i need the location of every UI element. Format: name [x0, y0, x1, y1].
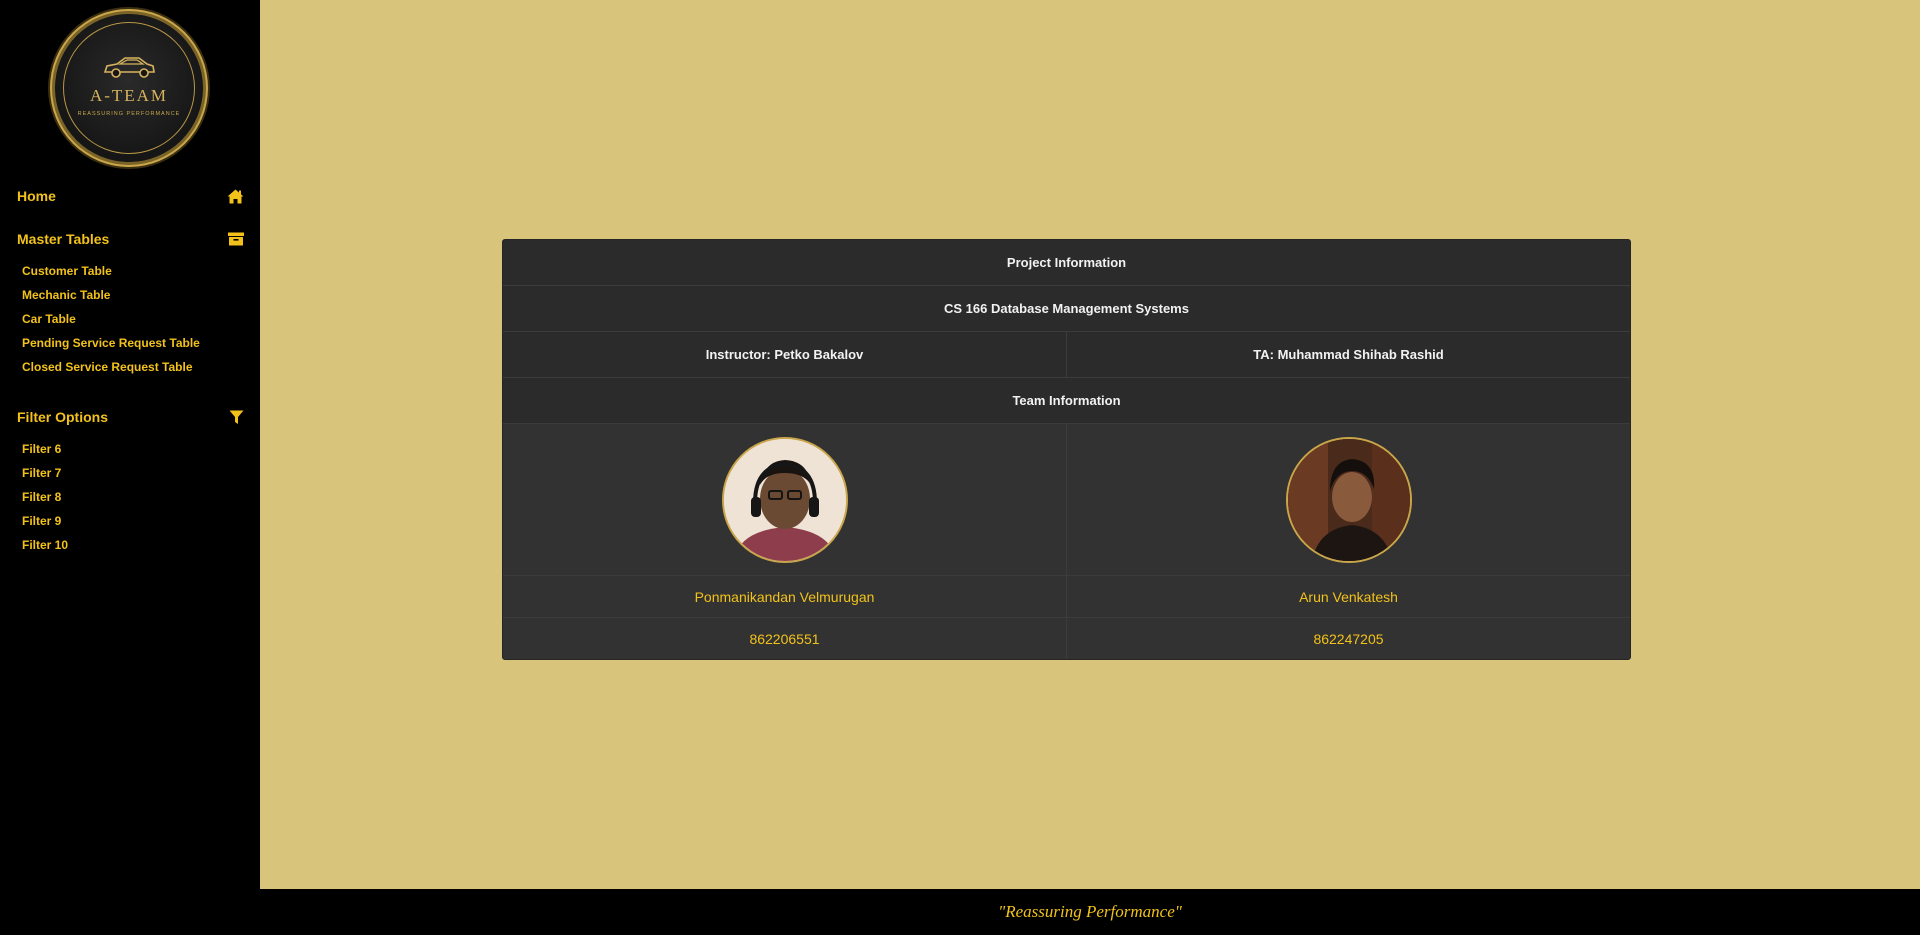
nav-filter-options[interactable]: Filter Options: [17, 409, 244, 425]
logo-tagline-text: REASSURING PERFORMANCE: [77, 111, 181, 117]
nav-customer-table[interactable]: Customer Table: [22, 264, 112, 278]
member-2-avatar: [1285, 436, 1412, 563]
course-title: CS 166 Database Management Systems: [944, 301, 1189, 316]
team-header: Team Information: [1012, 393, 1121, 408]
team-header-row: Team Information: [503, 378, 1630, 424]
nav-filter-options-label: Filter Options: [17, 409, 108, 425]
sidebar: A-TEAM REASSURING PERFORMANCE Home Maste…: [0, 0, 260, 935]
logo-brand-text: A-TEAM: [89, 86, 169, 105]
nav-filter-9[interactable]: Filter 9: [22, 514, 61, 528]
footer-quote: "Reassuring Performance": [998, 902, 1182, 921]
nav-home[interactable]: Home: [17, 188, 244, 204]
nav-car-table[interactable]: Car Table: [22, 312, 76, 326]
member-2-id: 862247205: [1066, 618, 1630, 659]
archive-icon: [228, 232, 244, 246]
member-1-id: 862206551: [749, 631, 820, 647]
member-1-name: Ponmanikandan Velmurugan: [694, 588, 875, 605]
nav-filter-10[interactable]: Filter 10: [22, 538, 68, 552]
nav-closed-service-request-table[interactable]: Closed Service Request Table: [22, 360, 193, 374]
project-header-row: Project Information: [503, 240, 1630, 286]
member-2-avatar-image: [1287, 438, 1410, 561]
member-1-photo-cell: [503, 424, 1066, 575]
ta-label: TA: Muhammad Shihab Rashid: [1066, 332, 1630, 377]
team-photo-row: [503, 424, 1630, 576]
nav-filter-8[interactable]: Filter 8: [22, 490, 61, 504]
filter-icon: [229, 410, 244, 424]
nav-pending-service-request-table[interactable]: Pending Service Request Table: [22, 336, 200, 350]
nav-master-tables[interactable]: Master Tables: [17, 231, 244, 247]
nav-master-tables-label: Master Tables: [17, 231, 110, 247]
nav-filter-6[interactable]: Filter 6: [22, 442, 61, 456]
a-team-logo[interactable]: A-TEAM REASSURING PERFORMANCE: [55, 14, 203, 162]
nav-home-label: Home: [17, 188, 56, 204]
car-icon: [103, 57, 155, 78]
member-2-photo-cell: [1066, 424, 1630, 575]
nav-filter-7[interactable]: Filter 7: [22, 466, 61, 480]
team-ids-row: 862206551 862247205: [503, 618, 1630, 659]
course-row: CS 166 Database Management Systems: [503, 286, 1630, 332]
project-header: Project Information: [1006, 255, 1127, 270]
instructor-label: Instructor: Petko Bakalov: [705, 347, 864, 362]
member-2-name: Arun Venkatesh: [1066, 576, 1630, 617]
home-icon: [227, 189, 244, 203]
team-names-row: Ponmanikandan Velmurugan Arun Venkatesh: [503, 576, 1630, 618]
project-info-card: Project Information CS 166 Database Mana…: [502, 239, 1631, 660]
member-1-avatar: [721, 436, 848, 563]
staff-row: Instructor: Petko Bakalov TA: Muhammad S…: [503, 332, 1630, 378]
member-1-avatar-image: [723, 438, 846, 561]
nav-mechanic-table[interactable]: Mechanic Table: [22, 288, 110, 302]
footer: "Reassuring Performance": [260, 889, 1920, 935]
